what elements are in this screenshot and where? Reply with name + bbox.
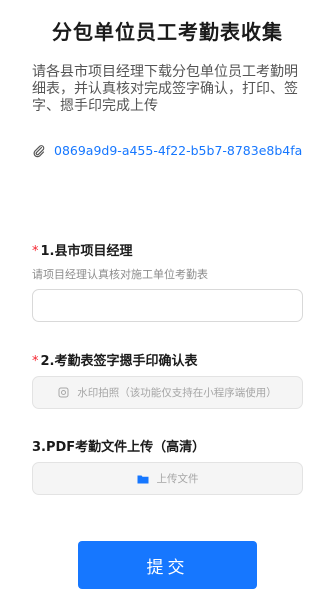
attachment-link[interactable]: 0869a9d9-a455-4f22-b5b7-8783e8b4fa	[32, 143, 302, 158]
question-1-hint: 请项目经理认真核对施工单位考勤表	[32, 268, 208, 281]
camera-icon	[58, 387, 69, 398]
upload-file-button[interactable]: 上传文件	[32, 462, 303, 495]
question-1-label: * 1.县市项目经理	[32, 244, 133, 259]
required-mark: *	[32, 244, 39, 259]
required-mark: *	[32, 354, 39, 369]
folder-icon	[137, 474, 149, 484]
question-2-label: * 2.考勤表签字摁手印确认表	[32, 354, 198, 369]
upload-file-label: 上传文件	[156, 473, 199, 485]
watermark-photo-button[interactable]: 水印拍照（该功能仅支持在小程序端使用）	[32, 376, 303, 409]
submit-button[interactable]: 提交	[78, 541, 257, 589]
form-title: 分包单位员工考勤表收集	[52, 20, 283, 44]
form-description: 请各县市项目经理下载分包单位员工考勤明细表，并认真核对完成签字确认，打印、签字、…	[32, 64, 298, 114]
project-manager-input[interactable]	[32, 289, 303, 322]
paperclip-icon	[32, 144, 46, 158]
watermark-photo-label: 水印拍照（该功能仅支持在小程序端使用）	[77, 387, 277, 399]
attachment-filename[interactable]: 0869a9d9-a455-4f22-b5b7-8783e8b4fa	[54, 143, 302, 158]
question-3-label: 3.PDF考勤文件上传（高清）	[32, 440, 206, 455]
